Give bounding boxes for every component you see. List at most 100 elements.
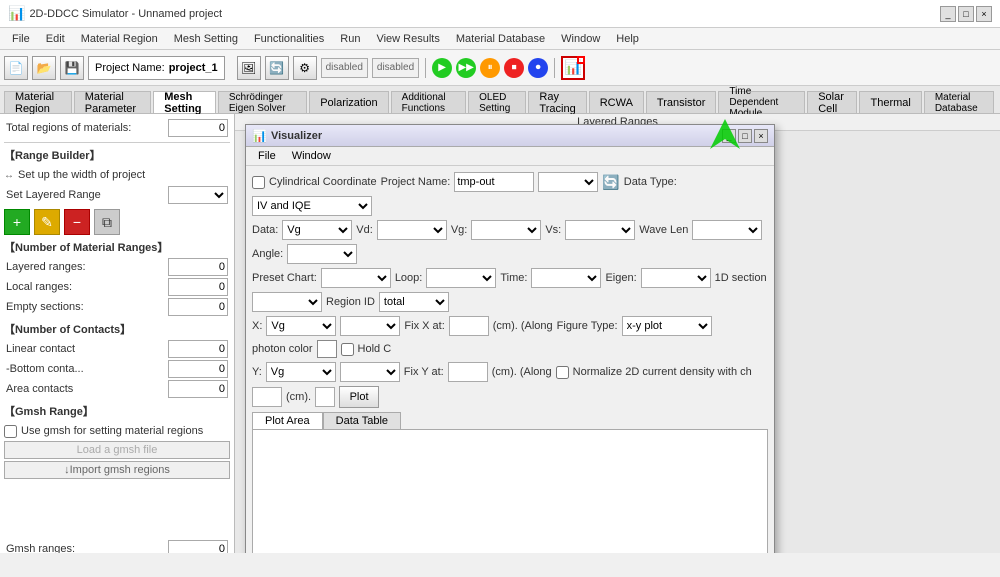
cylindrical-coord-checkbox[interactable] — [252, 176, 265, 189]
tab-material-region[interactable]: Material Region — [4, 91, 72, 113]
normalize-input[interactable] — [252, 387, 282, 407]
tab-schrodinger[interactable]: Schrödinger Eigen Solver — [218, 91, 307, 113]
figure-type-select[interactable]: x-y plot — [622, 316, 712, 336]
data-label: Data: — [252, 224, 278, 236]
fix-y-input[interactable] — [448, 362, 488, 382]
fix-x-input[interactable] — [449, 316, 489, 336]
hold-checkbox[interactable] — [341, 343, 354, 356]
chart-button[interactable]: 📊 — [561, 56, 585, 80]
photon-color-box[interactable] — [317, 340, 337, 358]
tab-solar-cell[interactable]: Solar Cell — [807, 91, 857, 113]
refresh-button[interactable]: 🔄 — [265, 56, 289, 80]
menu-material-region[interactable]: Material Region — [73, 31, 166, 47]
set-layered-range-select[interactable] — [168, 186, 228, 204]
eigen-select[interactable] — [641, 268, 711, 288]
run-pause-button[interactable]: ⏸ — [480, 58, 500, 78]
run-play-button[interactable]: ▶ — [432, 58, 452, 78]
time-select[interactable] — [531, 268, 601, 288]
delete-range-button[interactable]: − — [64, 209, 90, 235]
minimize-button[interactable]: _ — [940, 6, 956, 22]
y-select[interactable]: Vg — [266, 362, 336, 382]
vs-select[interactable] — [565, 220, 635, 240]
run-record-button[interactable]: ⏺ — [528, 58, 548, 78]
gmsh-ranges-input[interactable] — [168, 540, 228, 553]
plot-color-input[interactable] — [315, 387, 335, 407]
tab-ray-tracing[interactable]: Ray Tracing — [528, 91, 586, 113]
vd-select[interactable] — [377, 220, 447, 240]
dialog-controls[interactable]: _ □ × — [722, 129, 768, 143]
project-name-input[interactable] — [454, 172, 534, 192]
region-id-select[interactable]: total — [379, 292, 449, 312]
x-dropdown[interactable] — [340, 316, 400, 336]
bottom-contact-input[interactable] — [168, 360, 228, 378]
save-button[interactable]: 💾 — [60, 56, 84, 80]
dialog-menu-window[interactable]: Window — [284, 149, 339, 163]
loop-select[interactable] — [426, 268, 496, 288]
tab-material-database[interactable]: Material Database — [924, 91, 994, 113]
area-contact-input[interactable] — [168, 380, 228, 398]
data-select[interactable]: Vg — [282, 220, 352, 240]
menu-run[interactable]: Run — [332, 31, 368, 47]
linear-contact-label: Linear contact — [6, 341, 75, 357]
x-select[interactable]: Vg — [266, 316, 336, 336]
add-range-button[interactable]: + — [4, 209, 30, 235]
menu-help[interactable]: Help — [608, 31, 647, 47]
import-gmsh-button[interactable]: ↓Import gmsh regions — [4, 461, 230, 479]
image-button[interactable]: 🖼 — [237, 56, 261, 80]
tab-rcwa[interactable]: RCWA — [589, 91, 644, 113]
vg-select[interactable] — [471, 220, 541, 240]
data-type-select[interactable]: IV and IQE — [252, 196, 372, 216]
id-section-select[interactable] — [252, 292, 322, 312]
close-button[interactable]: × — [976, 6, 992, 22]
run-play2-button[interactable]: ▶▶ — [456, 58, 476, 78]
preset-chart-select[interactable] — [321, 268, 391, 288]
plot-button[interactable]: Plot — [339, 386, 379, 408]
run-stop-button[interactable]: ⏹ — [504, 58, 524, 78]
project-name-select[interactable] — [538, 172, 598, 192]
tab-polarization[interactable]: Polarization — [309, 91, 388, 113]
empty-sections-input[interactable] — [168, 298, 228, 316]
dialog-title-area: 📊 Visualizer — [252, 129, 322, 143]
local-ranges-input[interactable] — [168, 278, 228, 296]
normalize-checkbox[interactable] — [556, 366, 569, 379]
maximize-button[interactable]: □ — [958, 6, 974, 22]
use-gmsh-checkbox[interactable] — [4, 425, 17, 438]
linear-contact-input[interactable] — [168, 340, 228, 358]
tab-thermal[interactable]: Thermal — [859, 91, 921, 113]
load-gmsh-button[interactable]: Load a gmsh file — [4, 441, 230, 459]
menu-window[interactable]: Window — [553, 31, 608, 47]
edit-range-button[interactable]: ✎ — [34, 209, 60, 235]
total-regions-input[interactable] — [168, 119, 228, 137]
menu-material-database[interactable]: Material Database — [448, 31, 553, 47]
wavelen-select[interactable] — [692, 220, 762, 240]
tab-transistor[interactable]: Transistor — [646, 91, 717, 113]
setup-width-row: ↔ Set up the width of project — [4, 165, 230, 185]
menu-edit[interactable]: Edit — [38, 31, 73, 47]
tab-plot-area[interactable]: Plot Area — [252, 412, 323, 429]
btn-row: + ✎ − ⧉ — [4, 209, 230, 235]
menu-mesh-setting[interactable]: Mesh Setting — [166, 31, 246, 47]
time-label: Time: — [500, 272, 527, 284]
dialog-menu-file[interactable]: File — [250, 149, 284, 163]
angle-select[interactable] — [287, 244, 357, 264]
dialog-close-button[interactable]: × — [754, 129, 768, 143]
tab-data-table[interactable]: Data Table — [323, 412, 401, 429]
settings-button[interactable]: ⚙ — [293, 56, 317, 80]
y-dropdown[interactable] — [340, 362, 400, 382]
dialog-maximize-button[interactable]: □ — [738, 129, 752, 143]
tab-oled[interactable]: OLED Setting — [468, 91, 526, 113]
tab-material-parameter[interactable]: Material Parameter — [74, 91, 152, 113]
tab-additional[interactable]: Additional Functions — [391, 91, 466, 113]
dialog-minimize-button[interactable]: _ — [722, 129, 736, 143]
tab-mesh-setting[interactable]: Mesh Setting — [153, 91, 216, 113]
layered-ranges-input[interactable] — [168, 258, 228, 276]
gmsh-spacer — [4, 479, 230, 539]
tab-time-dependent[interactable]: Time Dependent Module — [718, 91, 805, 113]
open-button[interactable]: 📂 — [32, 56, 56, 80]
menu-file[interactable]: File — [4, 31, 38, 47]
title-bar-controls[interactable]: _ □ × — [940, 6, 992, 22]
new-button[interactable]: 📄 — [4, 56, 28, 80]
menu-functionalities[interactable]: Functionalities — [246, 31, 332, 47]
menu-view-results[interactable]: View Results — [368, 31, 447, 47]
copy-range-button[interactable]: ⧉ — [94, 209, 120, 235]
